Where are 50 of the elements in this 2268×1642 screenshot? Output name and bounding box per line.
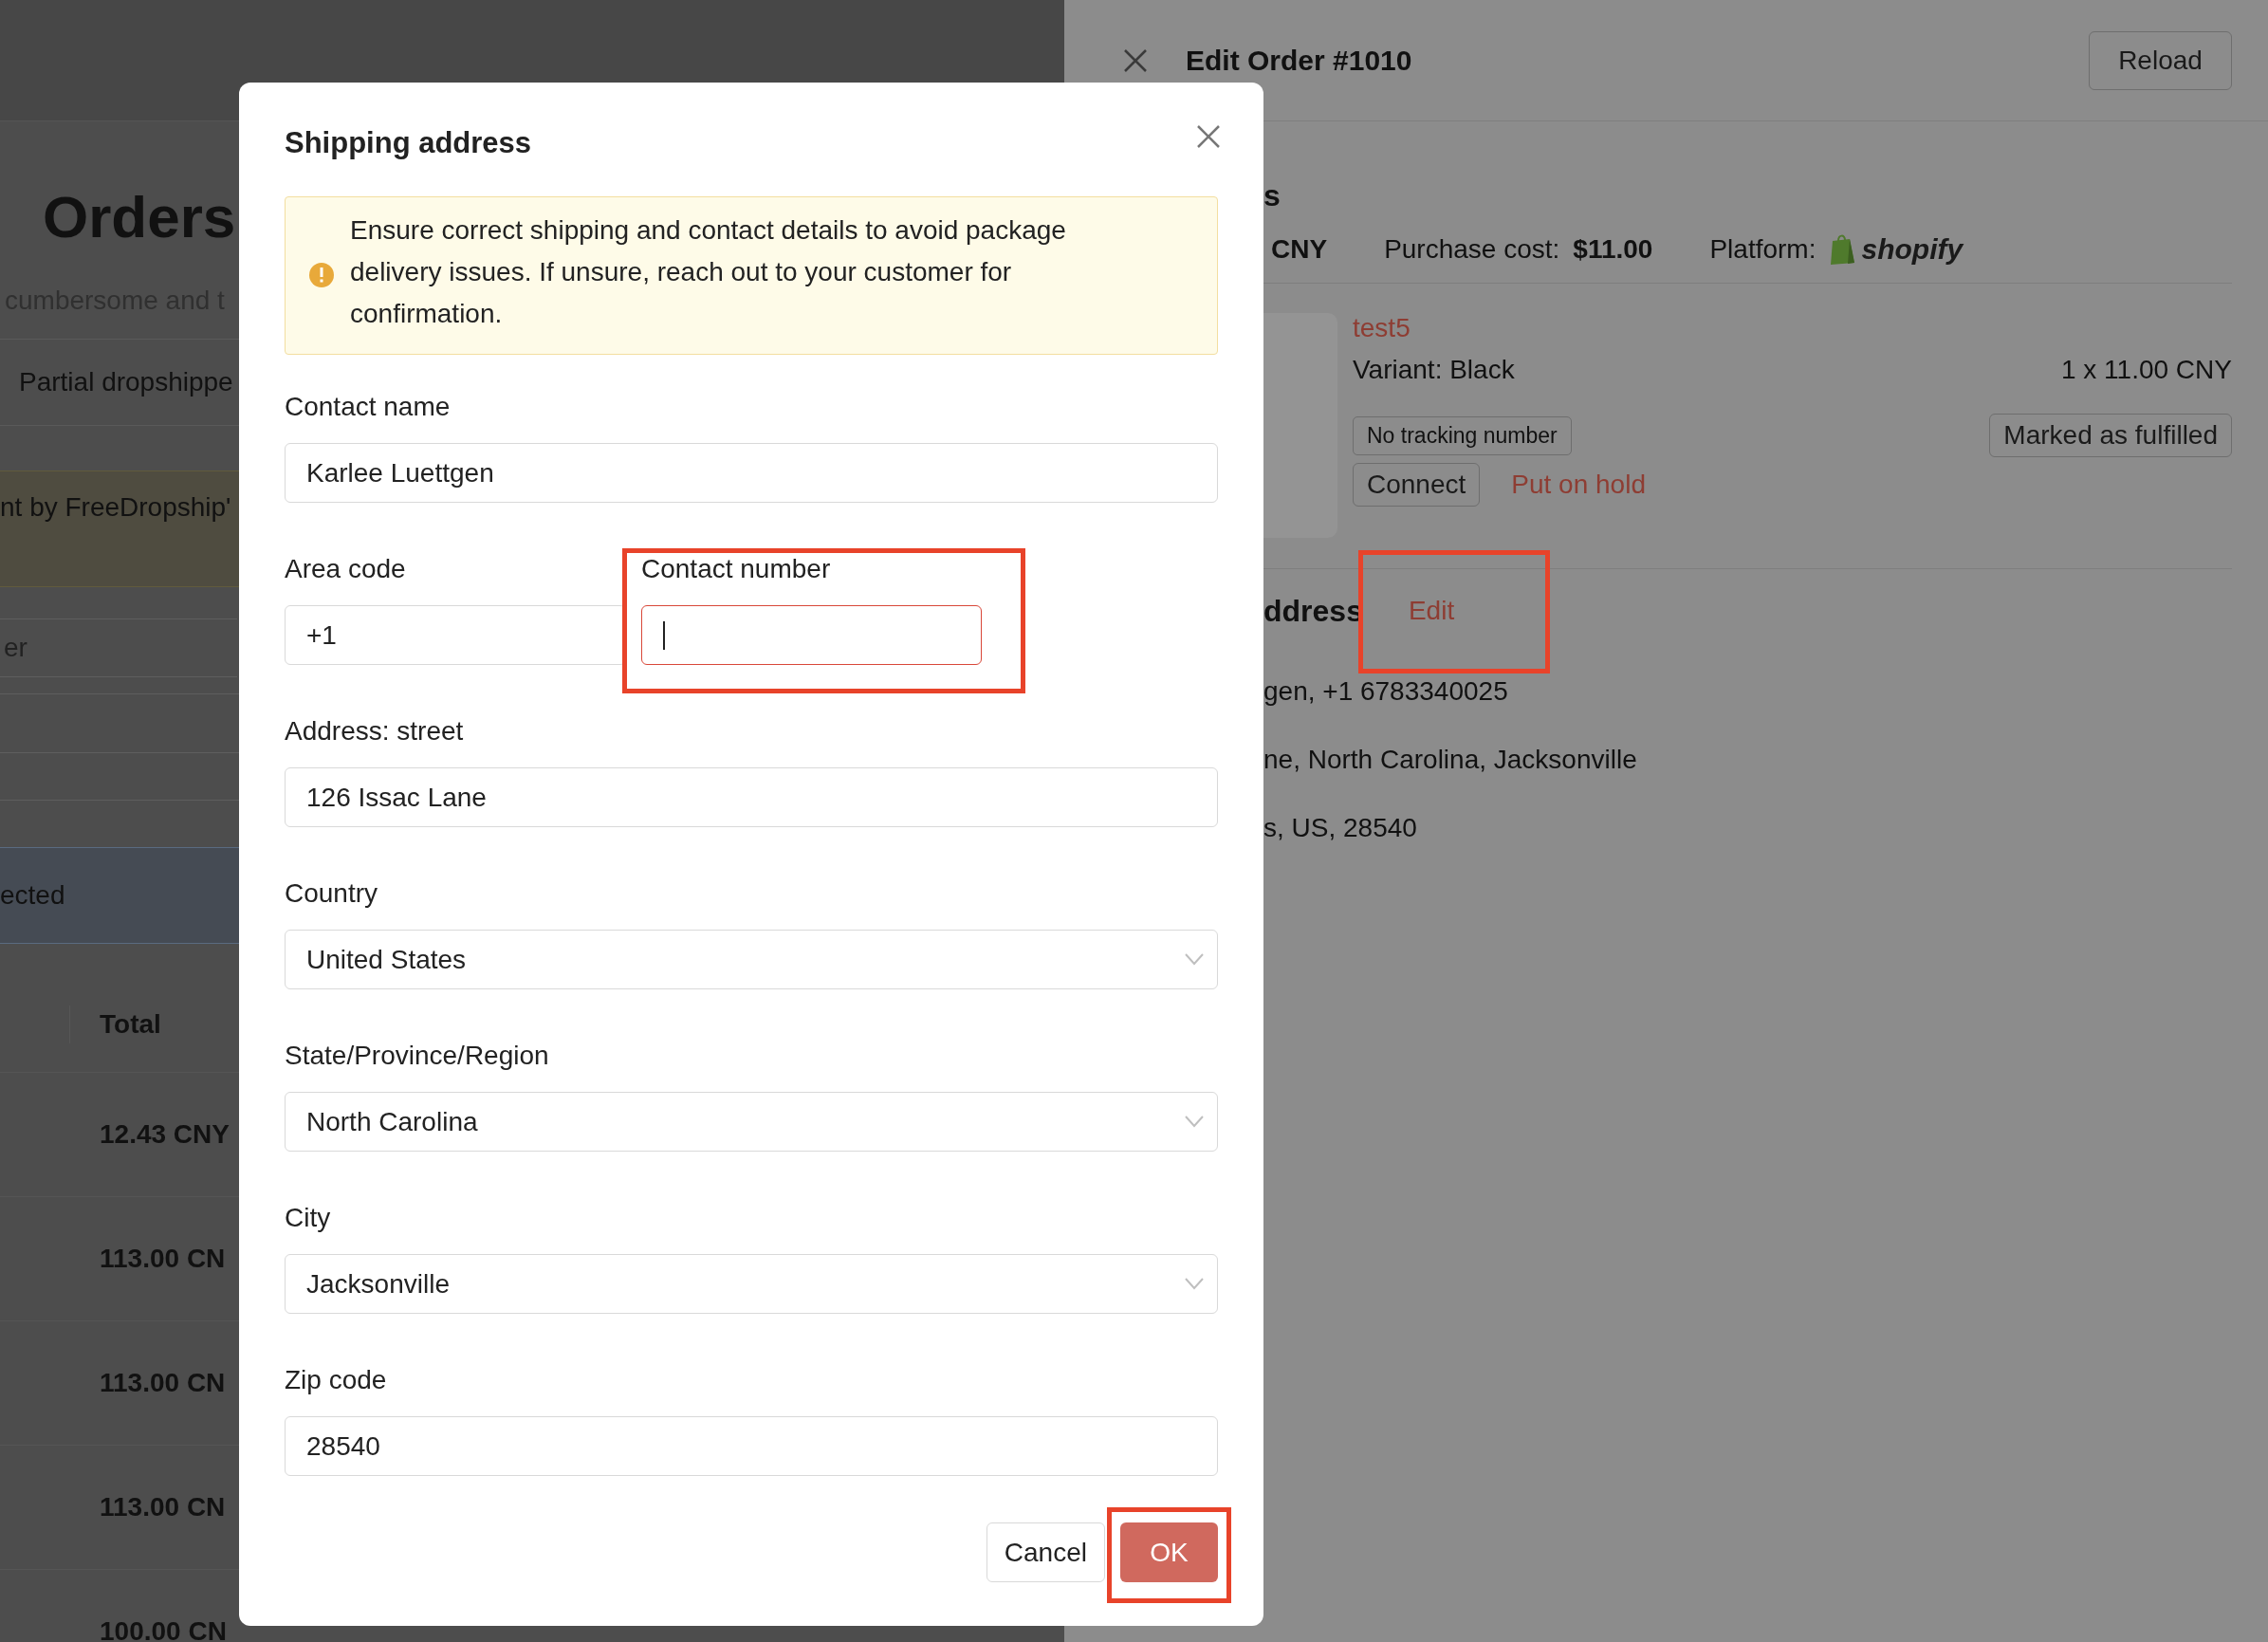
section-title: ddress [1263, 593, 1363, 629]
platform-label: Platform: [1709, 234, 1816, 265]
section-title: s [1263, 177, 1282, 214]
field-label: Contact number [641, 553, 832, 585]
ok-button[interactable]: OK [1120, 1522, 1218, 1582]
chevron-down-icon [1185, 1115, 1204, 1128]
column-header: Total [100, 1009, 161, 1040]
table-cell: 113.00 CN [100, 1368, 226, 1398]
tracking-tag: No tracking number [1353, 415, 1572, 455]
chevron-down-icon [1185, 952, 1204, 966]
purchase-cost-value: $11.00 [1573, 234, 1653, 265]
chevron-down-icon [1185, 1277, 1204, 1290]
table-cell: 12.43 CNY [100, 1119, 230, 1150]
field-label: State/Province/Region [285, 1040, 550, 1072]
alert-text: Ensure correct shipping and contact details to avoid package delivery issues. If unsure, reach out to your customer for confirmation. [350, 215, 1066, 328]
table-cell: 113.00 CN [100, 1492, 226, 1522]
table-cell: 113.00 CN [100, 1244, 226, 1274]
reload-button[interactable]: Reload [2089, 30, 2232, 90]
field-label: City [285, 1202, 332, 1234]
input-field[interactable]: 126 Issac Lane [285, 767, 1218, 827]
text-cursor [663, 620, 665, 650]
input-field[interactable] [641, 605, 982, 665]
dropdown[interactable]: Jacksonville [285, 1254, 1218, 1314]
page-title: Orders [43, 184, 236, 250]
dropdown[interactable]: United States [285, 930, 1218, 989]
table-cell: 100.00 CN [100, 1616, 227, 1642]
fulfillment-button[interactable]: Marked as fulfilled [1989, 414, 2232, 457]
dropdown[interactable]: North Carolina [285, 1092, 1218, 1152]
close-icon[interactable] [1195, 123, 1222, 150]
platform-logo: shopify [1861, 233, 1964, 266]
input-field[interactable]: 28540 [285, 1416, 1218, 1476]
address-line: s, US, 28540 [1263, 812, 1418, 844]
input-field[interactable]: Karlee Luettgen [285, 443, 1218, 503]
drawer-title: Edit Order #1010 [1186, 44, 1413, 77]
variant-text: Variant: Black [1353, 355, 1515, 385]
order-amount: CNY [1271, 234, 1328, 265]
dialog-title: Shipping address [285, 126, 532, 160]
field-label: Zip code [285, 1364, 388, 1396]
field-label: Country [285, 877, 379, 910]
close-icon[interactable] [1122, 46, 1149, 74]
field-label: Area code [285, 553, 407, 585]
cancel-button[interactable]: Cancel [986, 1522, 1105, 1582]
field-label: Contact name [285, 391, 452, 423]
warning-icon [308, 262, 335, 288]
connect-button[interactable]: Connect [1353, 463, 1481, 507]
field-label: Address: street [285, 715, 465, 747]
address-line: gen, +1 6783340025 [1263, 675, 1509, 708]
address-line: ne, North Carolina, Jacksonville [1263, 744, 1638, 776]
purchase-cost-label: Purchase cost: [1384, 234, 1560, 265]
quantity-price: 1 x 11.00 CNY [2060, 355, 2232, 385]
